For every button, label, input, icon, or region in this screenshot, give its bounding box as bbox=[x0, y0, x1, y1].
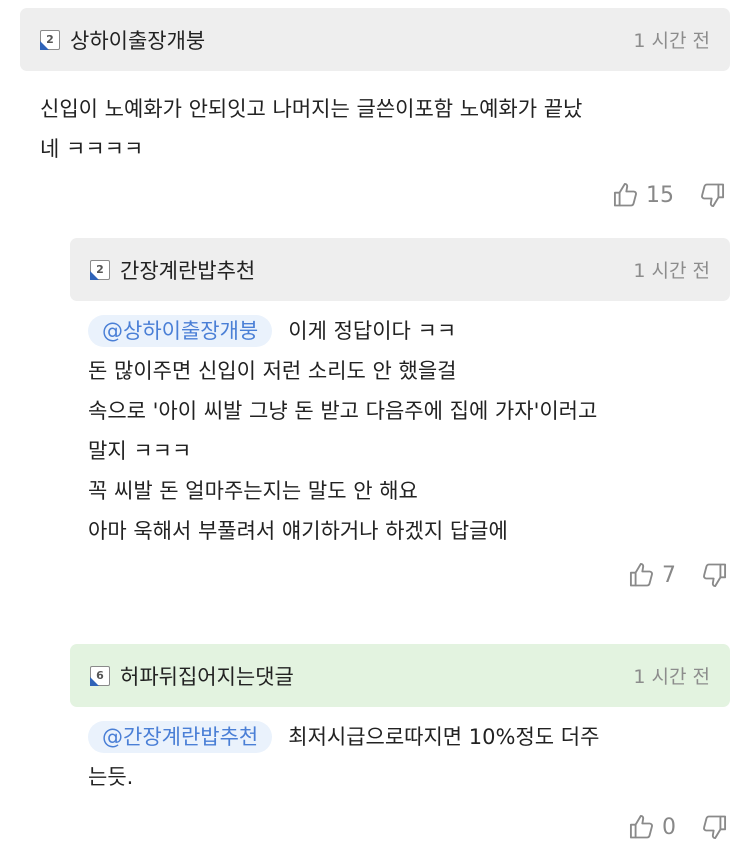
comment-body: @상하이출장개붕 이게 정답이다 ㅋㅋ 돈 많이주면 신입이 저런 소리도 안 했… bbox=[70, 301, 730, 551]
thumbs-up-icon bbox=[629, 562, 653, 587]
comment-line: @상하이출장개붕 이게 정답이다 ㅋㅋ bbox=[88, 311, 730, 351]
comment-text: 이게 정답이다 ㅋㅋ bbox=[288, 319, 457, 343]
dislike-button[interactable] bbox=[698, 181, 726, 209]
comment-header: 2 간장계란밥추천 1 시간 전 bbox=[70, 238, 730, 301]
thumbs-up-icon bbox=[613, 182, 637, 207]
comment-time: 1 시간 전 bbox=[633, 260, 710, 282]
like-button[interactable]: 15 bbox=[612, 181, 698, 209]
comment-line: 꼭 씨발 돈 얼마주는지는 말도 안 해요 bbox=[88, 479, 418, 503]
comment-author[interactable]: 상하이출장개붕 bbox=[70, 25, 633, 55]
level-badge-icon: 2 bbox=[40, 29, 60, 50]
thumbs-up-icon bbox=[629, 814, 653, 839]
comment-body: @간장계란밥추천 최저시급으로따지면 10%정도 더주 는듯. bbox=[70, 707, 730, 797]
comment-text: 최저시급으로따지면 10%정도 더주 bbox=[288, 725, 600, 749]
vote-bar: 7 bbox=[70, 555, 730, 595]
mention-tag[interactable]: @상하이출장개붕 bbox=[88, 315, 273, 347]
comment-author[interactable]: 허파뒤집어지는댓글 bbox=[120, 661, 633, 691]
level-badge-icon: 2 bbox=[90, 259, 110, 280]
comment-time: 1 시간 전 bbox=[633, 666, 710, 688]
comment-line: 말지 ㅋㅋㅋ bbox=[88, 439, 192, 463]
comment-line: @간장계란밥추천 최저시급으로따지면 10%정도 더주 bbox=[88, 717, 730, 757]
vote-bar: 0 bbox=[70, 807, 730, 847]
like-button[interactable]: 7 bbox=[628, 561, 700, 589]
dislike-button[interactable] bbox=[700, 561, 728, 589]
comment-header: 2 상하이출장개붕 1 시간 전 bbox=[20, 8, 730, 71]
comment-line: 돈 많이주면 신입이 저런 소리도 안 했을걸 bbox=[88, 359, 457, 383]
comment: 2 상하이출장개붕 1 시간 전 신입이 노예화가 안되잇고 나머지는 글쓴이포… bbox=[20, 8, 730, 215]
comment-line: 아마 욱해서 부풀려서 얘기하거나 하겠지 답글에 bbox=[88, 519, 508, 543]
like-count: 7 bbox=[662, 562, 676, 588]
thumbs-down-icon bbox=[701, 183, 725, 208]
reply-comment: 6 허파뒤집어지는댓글 1 시간 전 @간장계란밥추천 최저시급으로따지면 10%… bbox=[70, 644, 730, 847]
comment-author[interactable]: 간장계란밥추천 bbox=[120, 255, 633, 285]
dislike-button[interactable] bbox=[700, 813, 728, 841]
thumbs-down-icon bbox=[703, 563, 727, 588]
like-button[interactable]: 0 bbox=[628, 813, 700, 841]
comment-time: 1 시간 전 bbox=[633, 30, 710, 52]
comment-body: 신입이 노예화가 안되잇고 나머지는 글쓴이포함 노예화가 끝났 네 ㅋㅋㅋㅋ bbox=[20, 71, 730, 169]
comment-header: 6 허파뒤집어지는댓글 1 시간 전 bbox=[70, 644, 730, 707]
reply-comment: 2 간장계란밥추천 1 시간 전 @상하이출장개붕 이게 정답이다 ㅋㅋ 돈 많이… bbox=[70, 238, 730, 595]
like-count: 0 bbox=[662, 814, 676, 840]
vote-bar: 15 bbox=[20, 175, 730, 215]
comment-line: 신입이 노예화가 안되잇고 나머지는 글쓴이포함 노예화가 끝났 bbox=[40, 97, 583, 121]
like-count: 15 bbox=[646, 182, 674, 208]
comment-line: 는듯. bbox=[88, 765, 134, 789]
comment-line: 속으로 '아이 씨발 그냥 돈 받고 다음주에 집에 가자'이러고 bbox=[88, 399, 598, 423]
thumbs-down-icon bbox=[703, 815, 727, 840]
mention-tag[interactable]: @간장계란밥추천 bbox=[88, 721, 273, 753]
level-badge-icon: 6 bbox=[90, 665, 110, 686]
comment-line: 네 ㅋㅋㅋㅋ bbox=[40, 137, 144, 161]
